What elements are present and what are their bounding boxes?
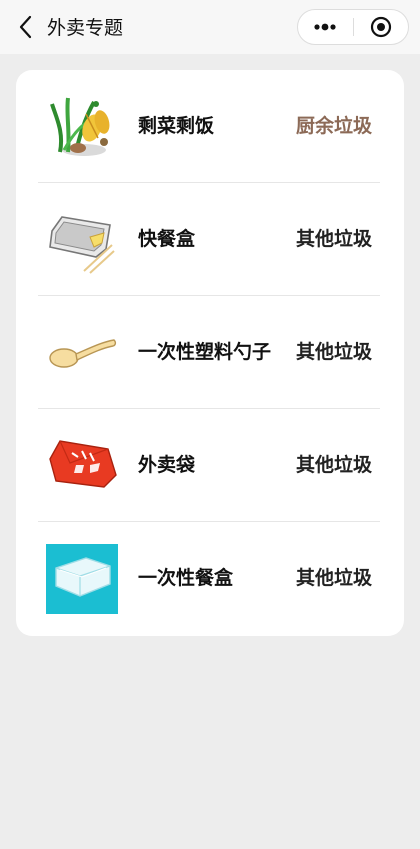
waste-category-label: 其他垃圾 [295,228,372,250]
disposable-box-icon [46,544,118,614]
item-name: 外卖袋 [138,454,196,476]
garbage-list-card: 剩菜剩饭 厨余垃圾 快餐盒 其他垃圾 一次性塑料勺子 其他垃圾 外卖袋 其他垃圾… [16,70,404,636]
waste-category-label: 厨余垃圾 [295,115,372,137]
list-item[interactable]: 快餐盒 其他垃圾 [38,183,380,296]
more-button[interactable] [298,10,353,44]
waste-category-label: 其他垃圾 [295,454,372,476]
plastic-spoon-icon [49,339,117,368]
more-dots-icon [314,23,336,31]
waste-category-label: 其他垃圾 [295,567,372,589]
waste-category-label: 其他垃圾 [295,341,372,363]
takeout-bag-icon [49,440,117,488]
capsule-menu [297,9,409,45]
close-miniprogram-button[interactable] [353,10,408,44]
list-item[interactable]: 外卖袋 其他垃圾 [38,409,380,522]
nav-bar: 外卖专题 [0,0,420,54]
list-item[interactable]: 一次性塑料勺子 其他垃圾 [38,296,380,409]
item-name: 一次性塑料勺子 [138,341,272,363]
fast-food-box-icon [49,216,115,274]
back-button[interactable] [10,10,40,44]
item-name: 剩菜剩饭 [138,115,215,137]
leftover-food-icon [50,97,110,156]
target-circle-icon [370,16,391,38]
item-name: 快餐盒 [138,228,196,250]
list-item[interactable]: 一次性餐盒 其他垃圾 [38,522,380,635]
list-item[interactable]: 剩菜剩饭 厨余垃圾 [38,70,380,183]
item-name: 一次性餐盒 [138,567,234,589]
page-title: 外卖专题 [47,17,124,39]
chevron-left-icon [19,15,32,39]
